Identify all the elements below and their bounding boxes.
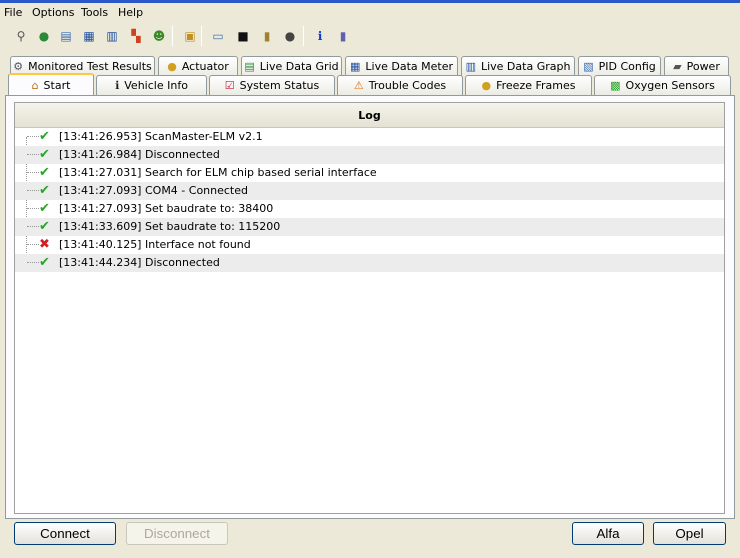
tab-label: Live Data Graph: [480, 60, 571, 73]
log-entry-text: [13:41:33.609] Set baudrate to: 115200: [59, 220, 281, 233]
log-entry-text: [13:41:27.093] COM4 - Connected: [59, 184, 248, 197]
tab-label: Live Data Meter: [365, 60, 453, 73]
tab-icon: ●: [167, 60, 177, 73]
tree-connector: [27, 190, 39, 191]
tab-label: Power: [686, 60, 720, 73]
tab-icon: ▰: [673, 60, 682, 73]
tab-label: Freeze Frames: [496, 79, 576, 92]
tab-label: Monitored Test Results: [28, 60, 152, 73]
log-entry[interactable]: ✔ [13:41:33.609] Set baudrate to: 115200: [15, 218, 724, 236]
tab-icon: ℹ: [115, 79, 120, 92]
gauge-icon[interactable]: ●: [281, 27, 299, 45]
tab-icon: ●: [481, 79, 492, 92]
tab-label: Oxygen Sensors: [625, 79, 715, 92]
log-entry-text: [13:41:44.234] Disconnected: [59, 256, 220, 269]
tab-label: Actuator: [181, 60, 229, 73]
log-entry-text: [13:41:26.984] Disconnected: [59, 148, 220, 161]
tree-connector: [27, 172, 39, 173]
log-entry[interactable]: ✔ [13:41:27.031] Search for ELM chip base…: [15, 164, 724, 182]
tab-icon: ⚙: [13, 60, 24, 73]
check-icon: ✔: [39, 201, 50, 216]
clipboard-icon[interactable]: ▣: [181, 27, 199, 45]
error-x-icon: ✖: [39, 237, 50, 252]
battery-icon[interactable]: ▮: [258, 27, 276, 45]
disconnect-button[interactable]: Disconnect: [126, 522, 228, 545]
tab-label: Trouble Codes: [368, 79, 447, 92]
puzzle-icon[interactable]: ▚: [127, 27, 145, 45]
tab-system-status[interactable]: ☑ System Status: [209, 75, 335, 95]
log-column-header[interactable]: Log: [15, 103, 724, 128]
log-entry[interactable]: ✔ [13:41:27.093] COM4 - Connected: [15, 182, 724, 200]
tab-label: System Status: [239, 79, 320, 92]
tab-label: Start: [43, 78, 71, 92]
tree-connector: [27, 136, 39, 137]
tree-connector: [27, 244, 39, 245]
tab-live-data-graph[interactable]: ▥ Live Data Graph: [461, 56, 575, 76]
log-entry[interactable]: ✔ [13:41:44.234] Disconnected: [15, 254, 724, 272]
tab-live-data-grid[interactable]: ▤ Live Data Grid: [241, 56, 342, 76]
tab-pid-config[interactable]: ▧ PID Config: [578, 56, 661, 76]
plug-icon[interactable]: ⚲: [12, 27, 30, 45]
tab-icon: ▦: [350, 60, 361, 73]
menu-help[interactable]: Help: [117, 5, 144, 21]
tab-icon: ⚠: [353, 79, 364, 92]
check-icon: ✔: [39, 183, 50, 198]
menu-file[interactable]: File: [3, 5, 23, 21]
check-icon: ✔: [39, 255, 50, 270]
toolbar-separator: [303, 26, 304, 46]
tree-connector: [27, 208, 39, 209]
tab-freeze-frames[interactable]: ● Freeze Frames: [465, 75, 592, 95]
title-bar-edge: [0, 0, 740, 3]
tab-icon: ▥: [465, 60, 476, 73]
check-icon: ✔: [39, 219, 50, 234]
log-entry[interactable]: ✖ [13:41:40.125] Interface not found: [15, 236, 724, 254]
person-icon[interactable]: ☻: [150, 27, 168, 45]
tab-label: PID Config: [598, 60, 656, 73]
opel-button[interactable]: Opel: [653, 522, 726, 545]
tree-connector: [27, 226, 39, 227]
terminal-icon[interactable]: ■: [234, 27, 252, 45]
tree-connector: [27, 262, 39, 263]
tab-power[interactable]: ▰ Power: [664, 56, 729, 76]
tab-label: Vehicle Info: [124, 79, 188, 92]
tree-connector: [27, 154, 39, 155]
log-entry-text: [13:41:26.953] ScanMaster-ELM v2.1: [59, 130, 263, 143]
document-icon[interactable]: ▤: [57, 27, 75, 45]
door-icon[interactable]: ▮: [334, 27, 352, 45]
log-entry[interactable]: ✔ [13:41:26.953] ScanMaster-ELM v2.1: [15, 128, 724, 146]
grid-icon[interactable]: ▦: [80, 27, 98, 45]
tab-label: Live Data Grid: [259, 60, 339, 73]
tab-oxygen-sensors[interactable]: ▩ Oxygen Sensors: [594, 75, 731, 95]
log-entry[interactable]: ✔ [13:41:27.093] Set baudrate to: 38400: [15, 200, 724, 218]
info-icon[interactable]: ℹ: [311, 27, 329, 45]
connect-button[interactable]: Connect: [14, 522, 116, 545]
tab-actuator[interactable]: ● Actuator: [158, 56, 238, 76]
toolbar-separator: [201, 26, 202, 46]
menu-tools[interactable]: Tools: [80, 5, 109, 21]
tab-icon: ▤: [244, 60, 255, 73]
tab-icon: ▧: [583, 60, 594, 73]
tab-vehicle-info[interactable]: ℹ Vehicle Info: [96, 75, 207, 95]
check-icon: ✔: [39, 147, 50, 162]
log-entry-text: [13:41:40.125] Interface not found: [59, 238, 251, 251]
tab-start[interactable]: ⌂ Start: [8, 73, 94, 95]
alfa-button[interactable]: Alfa: [572, 522, 644, 545]
log-entry[interactable]: ✔ [13:41:26.984] Disconnected: [15, 146, 724, 164]
globe-icon[interactable]: ●: [35, 27, 53, 45]
tab-trouble-codes[interactable]: ⚠ Trouble Codes: [337, 75, 463, 95]
tab-icon: ☑: [224, 79, 235, 92]
tab-icon: ⌂: [31, 78, 39, 92]
tab-icon: ▩: [610, 79, 621, 92]
menu-options[interactable]: Options: [31, 5, 75, 21]
tab-live-data-meter[interactable]: ▦ Live Data Meter: [345, 56, 458, 76]
log-entry-text: [13:41:27.031] Search for ELM chip based…: [59, 166, 377, 179]
check-icon: ✔: [39, 129, 50, 144]
monitor-icon[interactable]: ▭: [209, 27, 227, 45]
check-icon: ✔: [39, 165, 50, 180]
log-entry-text: [13:41:27.093] Set baudrate to: 38400: [59, 202, 274, 215]
toolbar-separator: [172, 26, 173, 46]
chart-icon[interactable]: ▥: [103, 27, 121, 45]
log-list[interactable]: Log ✔ [13:41:26.953] ScanMaster-ELM v2.1 ✔…: [14, 102, 725, 514]
